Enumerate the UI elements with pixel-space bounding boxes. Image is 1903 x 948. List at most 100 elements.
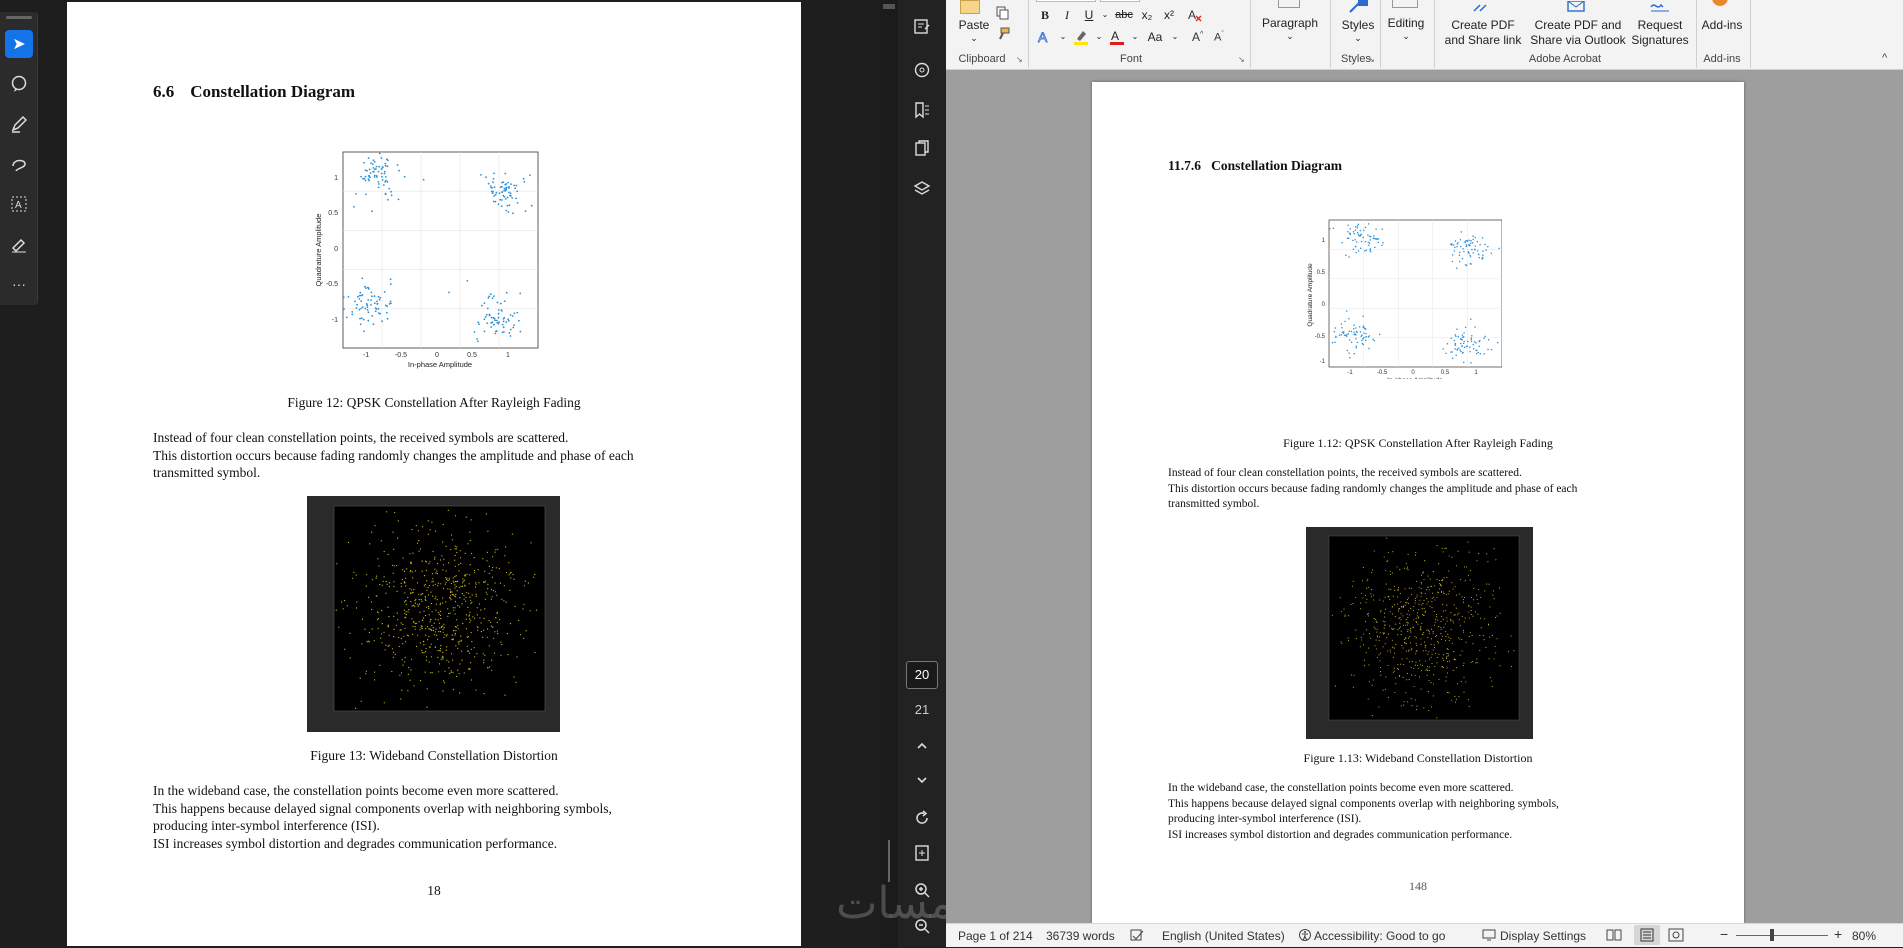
copy-icon[interactable] xyxy=(996,6,1010,20)
grow-font-icon[interactable]: A^ xyxy=(1192,30,1203,44)
chevron-down-icon[interactable]: ⌄ xyxy=(1166,28,1184,46)
change-case-button[interactable]: Aa xyxy=(1144,28,1166,46)
dialog-launcher-icon[interactable]: ↘ xyxy=(1368,55,1375,64)
pages-icon[interactable] xyxy=(908,134,936,162)
scatter-point xyxy=(465,596,467,598)
scatter-point xyxy=(456,675,458,677)
display-settings-icon[interactable] xyxy=(1482,928,1496,945)
scatter-point xyxy=(476,614,478,616)
scatter-point xyxy=(1443,593,1445,595)
zoom-out-button[interactable]: − xyxy=(1720,926,1728,942)
scatter-point xyxy=(454,607,456,609)
add-ins-button[interactable]: Add-ins xyxy=(1698,18,1746,33)
proofing-icon[interactable] xyxy=(1130,928,1144,945)
highlight-pen-icon[interactable] xyxy=(5,110,33,138)
font-name-box[interactable] xyxy=(1036,0,1096,2)
chevron-down-icon[interactable] xyxy=(908,766,936,794)
italic-button[interactable]: I xyxy=(1058,6,1076,24)
collapse-ribbon-icon[interactable]: ^ xyxy=(1882,52,1887,64)
page-count[interactable]: Page 1 of 214 xyxy=(958,929,1033,943)
font-color-icon[interactable]: A xyxy=(1108,28,1126,46)
scatter-point xyxy=(399,629,401,631)
rotate-refresh-icon[interactable] xyxy=(908,804,936,832)
scatter-point xyxy=(404,656,406,659)
more-tools-icon[interactable]: ··· xyxy=(5,270,33,298)
chevron-down-icon[interactable]: ⌄ xyxy=(964,31,984,46)
scatter-point xyxy=(483,318,486,321)
scatter-point xyxy=(1455,354,1457,357)
chevron-up-icon[interactable] xyxy=(908,732,936,760)
chevron-down-icon[interactable]: ⌄ xyxy=(1348,31,1368,46)
scatter-point xyxy=(439,631,442,633)
edit-pdf-icon[interactable] xyxy=(908,12,936,40)
scatter-point xyxy=(1363,332,1365,334)
accessibility-icon[interactable] xyxy=(1298,928,1312,945)
scatter-point xyxy=(425,628,427,630)
language[interactable]: English (United States) xyxy=(1162,929,1285,943)
dialog-launcher-icon[interactable]: ↘ xyxy=(1016,55,1023,64)
zoom-level[interactable]: 80% xyxy=(1852,929,1876,943)
fill-sign-icon[interactable] xyxy=(5,230,33,258)
chevron-down-icon[interactable]: ⌄ xyxy=(1396,29,1416,44)
page-fit-icon[interactable] xyxy=(908,839,936,867)
dialog-launcher-icon[interactable]: ↘ xyxy=(1238,55,1245,64)
create-pdf-outlook-button[interactable]: Create PDF and Share via Outlook xyxy=(1526,18,1630,48)
subscript-button[interactable]: x₂ xyxy=(1138,6,1156,24)
scatter-point xyxy=(477,569,479,571)
zoom-slider-thumb[interactable] xyxy=(1770,929,1774,941)
read-mode-icon[interactable] xyxy=(1606,928,1622,945)
highlight-color-icon[interactable] xyxy=(1072,28,1090,46)
select-pointer-icon[interactable]: ➤ xyxy=(5,30,33,58)
clear-formatting-icon[interactable]: A xyxy=(1186,6,1204,24)
display-settings[interactable]: Display Settings xyxy=(1500,929,1586,943)
scatter-point xyxy=(1341,326,1343,329)
scatter-point xyxy=(424,597,427,599)
scatter-point xyxy=(478,582,480,584)
request-signatures-button[interactable]: Request Signatures xyxy=(1630,18,1690,48)
next-page-number[interactable]: 21 xyxy=(906,702,938,717)
word-window: Paste ⌄ Clipboard ↘ B I U ⌄ abc x₂ x² A … xyxy=(946,0,1903,947)
layers-icon[interactable] xyxy=(908,174,936,202)
text-box-icon[interactable]: A xyxy=(5,190,33,218)
page-number-field[interactable]: 20 xyxy=(906,661,938,689)
accessibility-status[interactable]: Accessibility: Good to go xyxy=(1314,929,1445,943)
scatter-point xyxy=(455,626,457,628)
chevron-down-icon[interactable]: ⌄ xyxy=(1090,28,1108,46)
bookmarks-icon[interactable] xyxy=(908,96,936,124)
scatter-point xyxy=(483,629,485,631)
scatter-point xyxy=(492,317,495,319)
chevron-down-icon[interactable]: ⌄ xyxy=(1126,28,1144,46)
scatter-point xyxy=(503,187,506,190)
scatter-point xyxy=(459,550,461,552)
pdf-scrollbar[interactable] xyxy=(880,0,898,947)
zoom-in-button[interactable]: + xyxy=(1834,926,1842,942)
scatter-point xyxy=(421,593,423,595)
strikethrough-button[interactable]: abc xyxy=(1112,6,1136,24)
font-size-box[interactable] xyxy=(1100,0,1140,2)
scatter-point xyxy=(1448,636,1450,638)
web-layout-icon[interactable] xyxy=(1668,928,1684,945)
freehand-draw-icon[interactable] xyxy=(5,150,33,178)
button-label: and Share link xyxy=(1444,33,1522,47)
shrink-font-icon[interactable]: Aˇ xyxy=(1214,31,1224,44)
create-pdf-share-link-button[interactable]: Create PDF and Share link xyxy=(1440,18,1526,48)
comment-icon[interactable] xyxy=(5,70,33,98)
chevron-down-icon[interactable]: ⌄ xyxy=(1280,29,1300,44)
text-effects-icon[interactable]: A xyxy=(1036,28,1054,46)
scatter-point xyxy=(356,295,359,298)
chevron-down-icon[interactable]: ⌄ xyxy=(1054,28,1072,46)
scatter-point xyxy=(452,671,454,673)
bold-button[interactable]: B xyxy=(1036,6,1054,24)
scatter-point xyxy=(1420,670,1422,672)
print-layout-icon[interactable] xyxy=(1634,925,1660,945)
word-count[interactable]: 36739 words xyxy=(1046,929,1115,943)
superscript-button[interactable]: x² xyxy=(1160,6,1178,24)
format-painter-icon[interactable] xyxy=(996,27,1010,41)
zoom-slider[interactable] xyxy=(1736,935,1828,936)
scatter-point xyxy=(461,585,464,587)
scroll-thumb[interactable] xyxy=(883,4,895,9)
scatter-point xyxy=(1450,612,1452,614)
scatter-point xyxy=(463,594,465,596)
comments-icon[interactable] xyxy=(908,56,936,84)
panel-grip[interactable] xyxy=(6,16,32,19)
